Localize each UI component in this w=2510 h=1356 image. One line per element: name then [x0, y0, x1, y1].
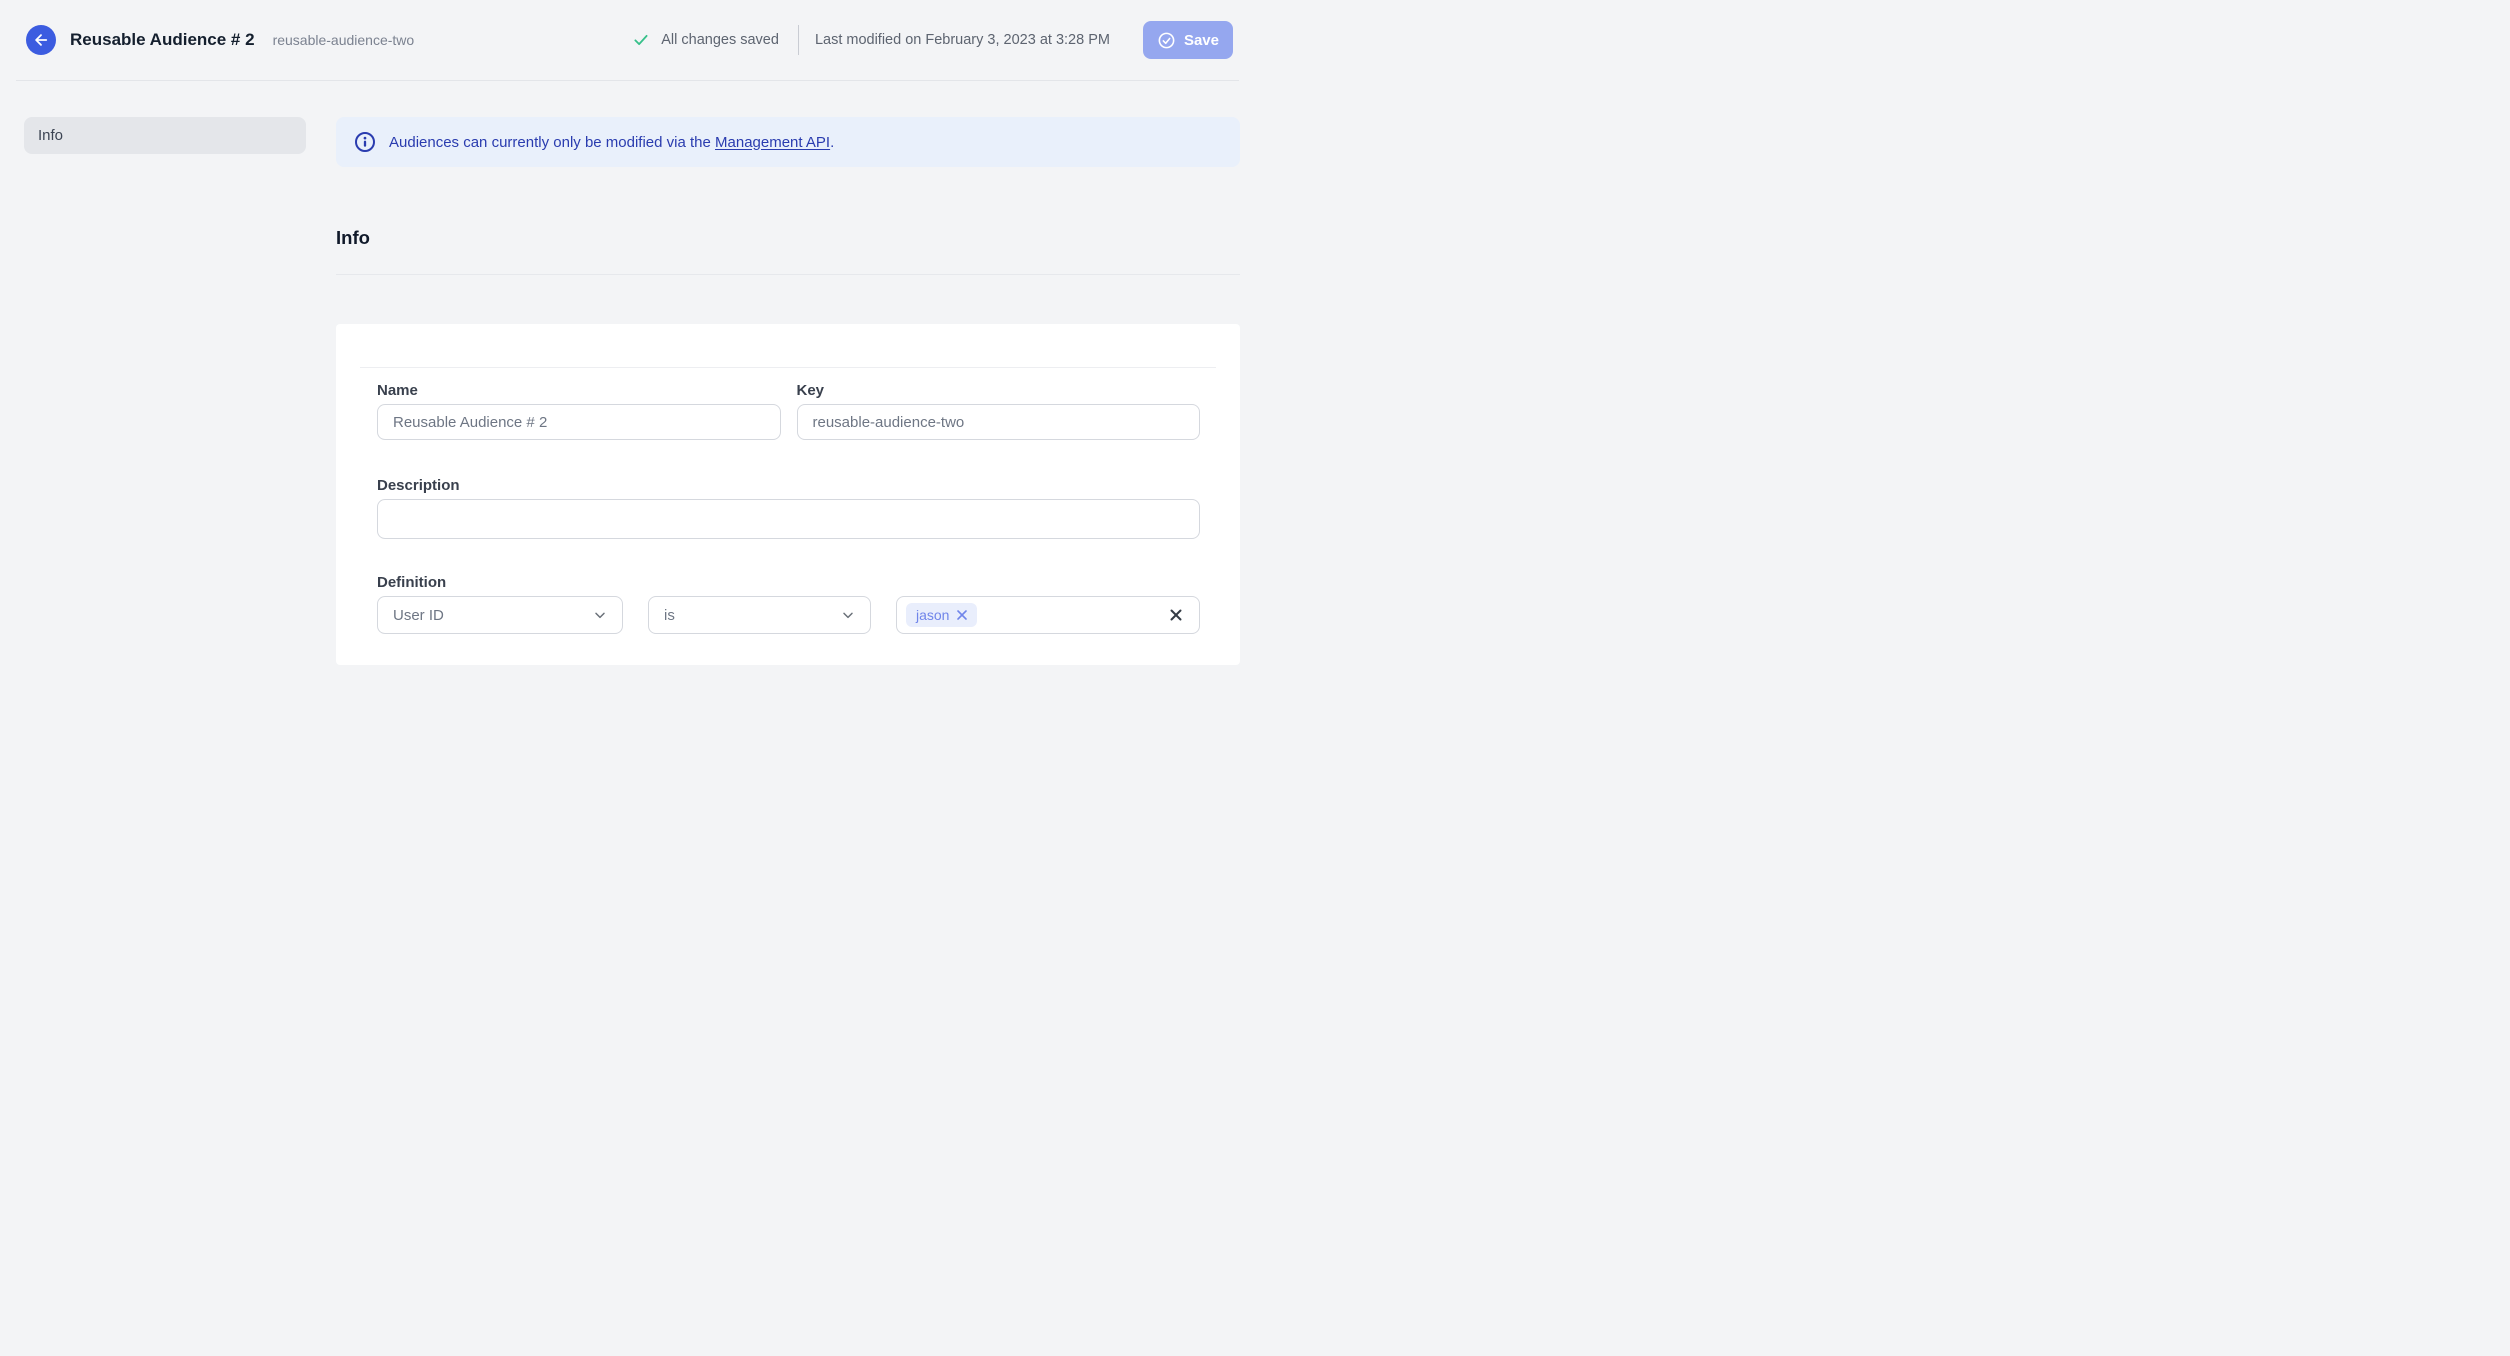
definition-operator-value: is: [664, 606, 675, 624]
last-modified-text: Last modified on February 3, 2023 at 3:2…: [814, 32, 1110, 48]
page-title: Reusable Audience # 2: [70, 30, 255, 49]
banner-text: Audiences can currently only be modified…: [389, 134, 834, 151]
info-banner: Audiences can currently only be modified…: [336, 117, 1240, 167]
section-divider: [336, 274, 1240, 275]
back-button[interactable]: [26, 25, 56, 55]
banner-text-after: .: [830, 133, 835, 151]
circle-check-icon: [1157, 31, 1176, 50]
remove-tag-button[interactable]: [956, 609, 968, 621]
header-divider: [797, 25, 799, 55]
name-label: Name: [377, 382, 418, 399]
name-field: Name: [377, 382, 781, 440]
clear-values-button[interactable]: [1167, 606, 1185, 624]
key-label: Key: [796, 382, 825, 399]
audience-form: Name Key Description Definition: [336, 368, 1240, 634]
sidebar: Info: [24, 117, 306, 154]
chevron-down-icon: [592, 607, 608, 623]
save-button[interactable]: Save: [1142, 21, 1233, 59]
sidebar-item-label: Info: [38, 127, 64, 144]
page-subtitle: reusable-audience-two: [272, 32, 415, 48]
key-field: Key: [796, 382, 1200, 440]
chevron-down-icon: [840, 607, 856, 623]
save-status: All changes saved: [632, 31, 779, 49]
name-input[interactable]: [377, 404, 781, 440]
definition-row: User ID is jason: [377, 596, 1200, 634]
check-icon: [632, 31, 650, 49]
definition-field: Definition User ID is jason: [377, 574, 1200, 634]
page-header: Reusable Audience # 2 reusable-audience-…: [0, 0, 1255, 80]
value-tag: jason: [906, 603, 978, 627]
description-input[interactable]: [377, 499, 1200, 539]
definition-operator-select[interactable]: is: [648, 596, 871, 634]
main-panel: Audiences can currently only be modified…: [336, 117, 1240, 665]
definition-values-input[interactable]: jason: [896, 596, 1200, 634]
description-field: Description: [377, 477, 1200, 539]
definition-field-value: User ID: [393, 606, 444, 624]
banner-text-before: Audiences can currently only be modified…: [389, 133, 716, 151]
save-status-text: All changes saved: [661, 32, 779, 48]
info-card: Name Key Description Definition: [336, 324, 1240, 665]
header-actions: All changes saved Last modified on Febru…: [632, 21, 1233, 59]
section-title: Info: [336, 227, 370, 248]
sidebar-item-info[interactable]: Info: [24, 117, 306, 154]
value-tag-label: jason: [916, 607, 950, 623]
management-api-link[interactable]: Management API: [715, 134, 830, 151]
key-input[interactable]: [796, 404, 1200, 440]
content-area: Info Audiences can currently only be mod…: [0, 81, 1255, 665]
arrow-left-icon: [32, 31, 50, 49]
info-icon: [354, 131, 376, 153]
save-button-label: Save: [1183, 31, 1219, 49]
definition-field-select[interactable]: User ID: [377, 596, 623, 634]
definition-label: Definition: [377, 574, 447, 591]
name-key-row: Name Key: [377, 382, 1200, 440]
description-label: Description: [377, 477, 460, 494]
